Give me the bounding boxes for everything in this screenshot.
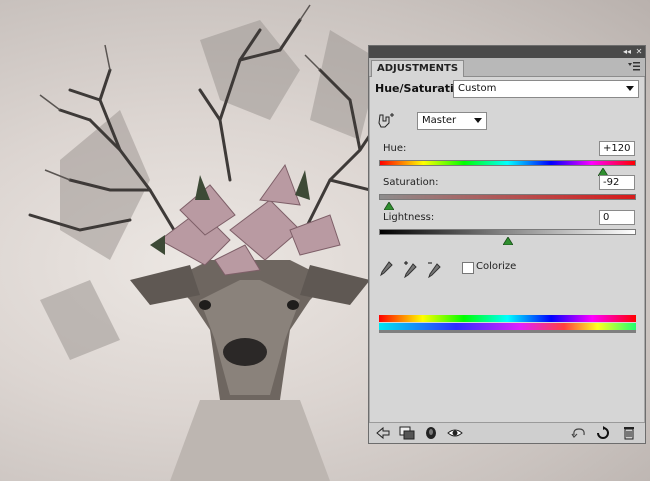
hue-input[interactable]: +120 — [599, 141, 635, 156]
saturation-input[interactable]: -92 — [599, 175, 635, 190]
panel-title-bar: ◂◂ ✕ — [369, 46, 645, 58]
collapse-panel-button[interactable]: ◂◂ — [621, 47, 633, 57]
saturation-slider-thumb[interactable] — [383, 200, 395, 211]
saturation-label: Saturation: — [383, 177, 439, 188]
hue-label: Hue: — [383, 143, 407, 154]
lightness-input[interactable]: 0 — [599, 210, 635, 225]
panel-menu-icon[interactable] — [627, 61, 641, 73]
back-arrow-icon[interactable] — [375, 426, 391, 440]
eyedropper-icon[interactable] — [378, 260, 394, 278]
eyedropper-plus-icon[interactable] — [402, 260, 418, 279]
view-previous-icon[interactable] — [571, 426, 587, 440]
targeted-adjustment-tool-icon[interactable] — [377, 113, 395, 129]
color-bar-divider — [379, 330, 636, 333]
clip-to-layer-icon[interactable] — [399, 426, 415, 440]
eyedropper-minus-icon[interactable] — [426, 260, 442, 279]
trash-icon[interactable] — [621, 426, 637, 440]
colorize-checkbox[interactable] — [462, 262, 474, 274]
reset-icon[interactable] — [595, 426, 611, 440]
channel-value: Master — [422, 115, 457, 126]
channel-dropdown[interactable]: Master — [417, 112, 487, 130]
panel-bottom-toolbar — [369, 422, 645, 443]
preset-value: Custom — [458, 83, 497, 94]
chevron-down-icon — [626, 86, 634, 91]
saturation-slider-track[interactable] — [379, 194, 636, 200]
eye-icon[interactable] — [447, 426, 463, 440]
chevron-down-icon — [474, 118, 482, 123]
preset-dropdown[interactable]: Custom — [453, 80, 639, 98]
panel-tab-bar: ADJUSTMENTS — [369, 58, 645, 77]
lightness-slider-thumb[interactable] — [501, 235, 514, 246]
close-panel-button[interactable]: ✕ — [633, 47, 645, 57]
hue-slider-thumb[interactable] — [596, 166, 609, 177]
colorize-label: Colorize — [476, 261, 517, 272]
output-color-bar — [379, 323, 636, 330]
tab-adjustments[interactable]: ADJUSTMENTS — [371, 60, 465, 77]
layer-visibility-mask-icon[interactable] — [423, 426, 439, 440]
lightness-label: Lightness: — [383, 212, 435, 223]
input-color-bar — [379, 315, 636, 322]
adjustments-panel: ◂◂ ✕ ADJUSTMENTS Hue/Saturation Custom M… — [368, 45, 646, 444]
